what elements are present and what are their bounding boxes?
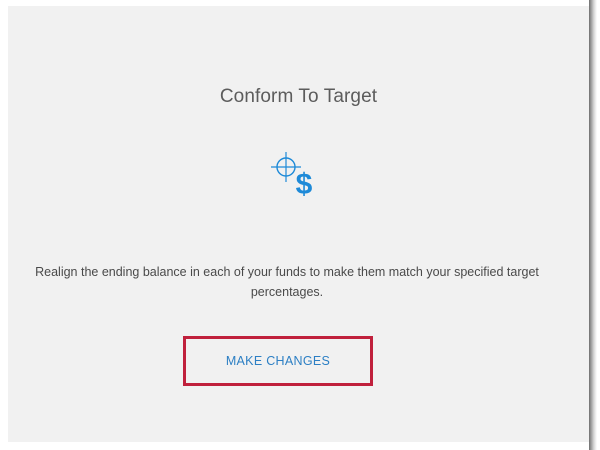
- window-edge-shadow: [589, 0, 597, 450]
- card-title: Conform To Target: [219, 86, 378, 107]
- svg-text:$: $: [296, 168, 313, 201]
- card-description: Realign the ending balance in each of yo…: [35, 265, 539, 299]
- make-changes-button[interactable]: MAKE CHANGES: [226, 354, 330, 368]
- conform-to-target-card: Conform To Target $ Realign the ending b…: [8, 6, 589, 442]
- target-dollar-icon: $: [260, 144, 324, 208]
- highlight-frame: MAKE CHANGES: [183, 336, 373, 386]
